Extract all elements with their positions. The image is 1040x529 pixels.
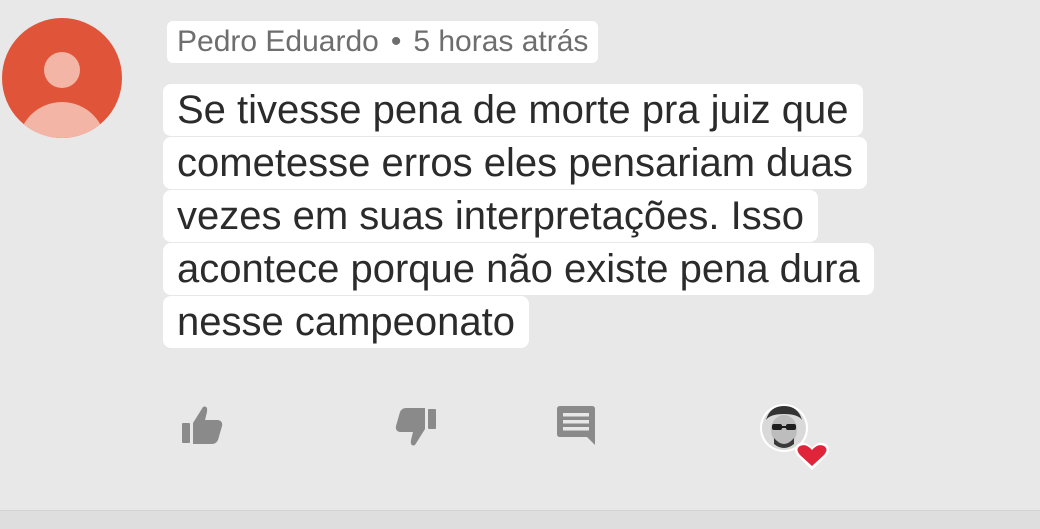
- comment-icon: [557, 406, 595, 445]
- comment-line: nesse campeonato: [163, 296, 530, 348]
- comment-card: Pedro Eduardo • 5 horas atrás Se tivesse…: [0, 0, 1040, 510]
- comment-line: vezes em suas interpretações. Isso: [163, 190, 818, 242]
- comment-text: Se tivesse pena de morte pra juiz que co…: [163, 84, 1023, 349]
- comment-actions: [0, 395, 1040, 475]
- divider: [0, 510, 1040, 529]
- comment-line: acontece porque não existe pena dura: [163, 243, 874, 295]
- like-button[interactable]: [172, 395, 232, 455]
- comment-line: Se tivesse pena de morte pra juiz que: [163, 84, 863, 136]
- comment-meta: Pedro Eduardo • 5 horas atrás: [167, 21, 599, 63]
- meta-separator: •: [390, 25, 402, 58]
- dislike-button[interactable]: [386, 395, 446, 455]
- thumb-down-icon: [395, 408, 436, 446]
- comment-timestamp[interactable]: 5 horas atrás: [413, 25, 588, 59]
- comment-line: cometesse erros eles pensariam duas: [163, 137, 867, 189]
- avatar-shoulders: [18, 102, 106, 138]
- avatar[interactable]: [2, 18, 122, 138]
- avatar-head: [44, 52, 80, 88]
- reply-button[interactable]: [545, 395, 605, 455]
- thumb-up-icon: [182, 406, 223, 444]
- creator-heart-reaction[interactable]: [758, 400, 834, 472]
- creator-heart-icon: [760, 404, 829, 470]
- author-name[interactable]: Pedro Eduardo: [177, 25, 379, 59]
